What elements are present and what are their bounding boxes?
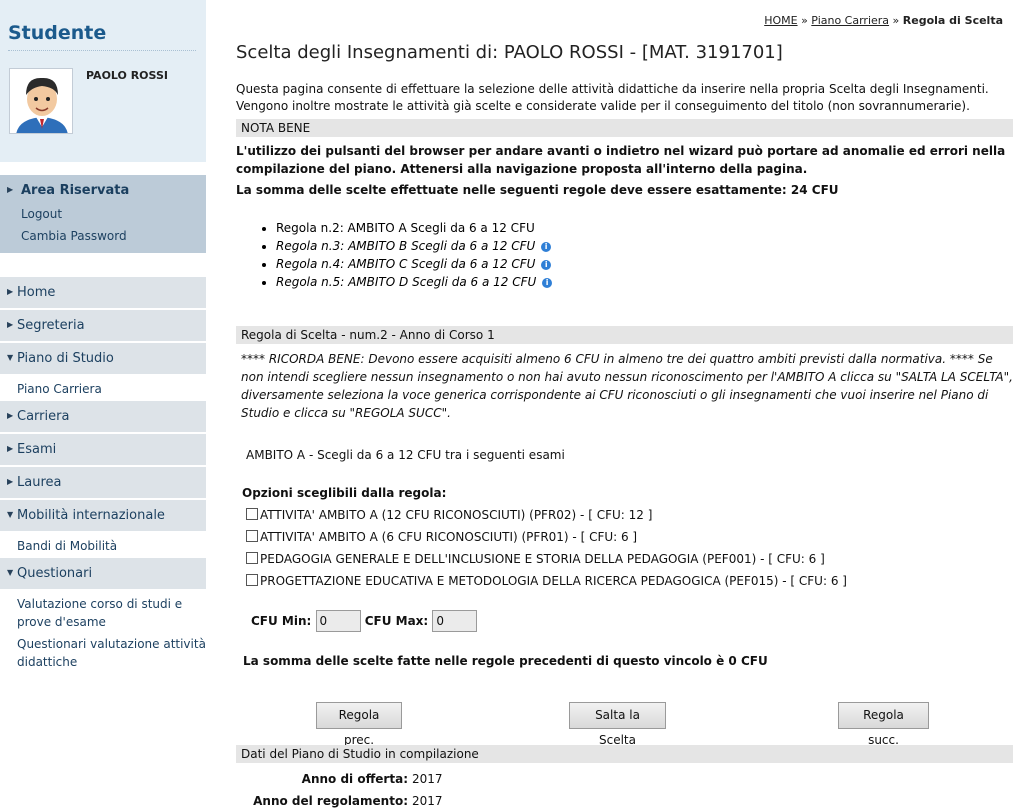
option-label: PEDAGOGIA GENERALE E DELL'INCLUSIONE E S… (260, 552, 825, 566)
menu-item-home[interactable]: ▶ Home (0, 277, 206, 308)
caret-down-icon: ▼ (7, 353, 14, 362)
ambito-description: AMBITO A - Scegli da 6 a 12 CFU tra i se… (246, 448, 565, 462)
regola-succ-button[interactable]: Regola succ. (838, 702, 929, 747)
menu-item-laurea[interactable]: ▶ Laurea (0, 467, 206, 498)
cfu-max-label: CFU Max: (364, 614, 429, 628)
caret-down-icon: ▼ (7, 510, 14, 519)
submenu-valutazione-corso[interactable]: Valutazione corso di studi e prove d'esa… (17, 595, 197, 631)
menu-item-label: Piano di Studio (17, 351, 114, 366)
menu-item-piano-di-studio[interactable]: ▼ Piano di Studio (0, 343, 206, 374)
area-riservata: ▶ Area Riservata Logout Cambia Password (0, 175, 206, 253)
option-checkbox[interactable] (246, 530, 258, 542)
submenu-piano-carriera[interactable]: Piano Carriera (17, 380, 102, 398)
option-label: ATTIVITA' AMBITO A (6 CFU RICONOSCIUTI) … (260, 530, 638, 544)
submenu-bandi-mobilita[interactable]: Bandi di Mobilità (17, 537, 117, 555)
menu-item-label: Segreteria (17, 318, 85, 333)
sidebar-user-name: PAOLO ROSSI (86, 69, 168, 82)
menu-item-label: Esami (17, 442, 57, 457)
area-riservata-title[interactable]: Area Riservata (21, 183, 129, 198)
menu-item-esami[interactable]: ▶ Esami (0, 434, 206, 465)
menu-item-segreteria[interactable]: ▶ Segreteria (0, 310, 206, 341)
breadcrumb: HOME » Piano Carriera » Regola di Scelta (764, 14, 1003, 27)
page-title: Scelta degli Insegnamenti di: PAOLO ROSS… (236, 42, 783, 63)
nota-bene-text: L'utilizzo dei pulsanti del browser per … (236, 144, 1006, 176)
caret-right-icon: ▶ (7, 477, 14, 486)
option-checkbox[interactable] (246, 508, 258, 520)
somma-precedenti: La somma delle scelte fatte nelle regole… (243, 654, 768, 668)
logout-link[interactable]: Logout (21, 207, 62, 221)
rule-label: Regola n.4: AMBITO C Scegli da 6 a 12 CF… (276, 257, 536, 271)
cfu-min-field: 0 (315, 610, 361, 632)
menu-item-label: Laurea (17, 475, 62, 490)
regola-header: Regola di Scelta - num.2 - Anno di Corso… (236, 326, 1013, 344)
option-checkbox[interactable] (246, 574, 258, 586)
breadcrumb-home-link[interactable]: HOME (764, 14, 797, 27)
rule-label: Regola n.2: AMBITO A Scegli da 6 a 12 CF… (276, 221, 535, 235)
option-item[interactable]: ATTIVITA' AMBITO A (12 CFU RICONOSCIUTI)… (246, 508, 652, 522)
anno-offerta-value: 2017 (412, 772, 443, 786)
rule-item: Regola n.4: AMBITO C Scegli da 6 a 12 CF… (276, 255, 552, 273)
caret-right-icon: ▶ (7, 287, 14, 296)
cambia-password-link[interactable]: Cambia Password (21, 229, 127, 243)
anno-regolamento-label: Anno del regolamento: (253, 794, 408, 808)
rule-item: Regola n.3: AMBITO B Scegli da 6 a 12 CF… (276, 237, 552, 255)
submenu-questionari-valutazione[interactable]: Questionari valutazione attività didatti… (17, 635, 207, 671)
option-item[interactable]: PROGETTAZIONE EDUCATIVA E METODOLOGIA DE… (246, 574, 847, 588)
anno-offerta-label: Anno di offerta: (301, 772, 408, 786)
menu-item-mobilita[interactable]: ▼ Mobilità internazionale (0, 500, 206, 531)
menu-item-label: Home (17, 285, 56, 300)
sidebar-header: Studente PAOLO ROSSI (0, 0, 206, 162)
sidebar-title: Studente (8, 22, 107, 44)
cfu-min-label: CFU Min: (251, 614, 312, 628)
option-checkbox[interactable] (246, 552, 258, 564)
info-icon[interactable]: i (541, 242, 552, 252)
salta-scelta-button[interactable]: Salta la Scelta (569, 702, 666, 747)
rule-label: Regola n.5: AMBITO D Scegli da 6 a 12 CF… (276, 275, 537, 289)
info-icon[interactable]: i (542, 278, 553, 288)
info-icon[interactable]: i (541, 260, 552, 270)
caret-right-icon: ▶ (7, 444, 14, 453)
rules-list: Regola n.2: AMBITO A Scegli da 6 a 12 CF… (260, 219, 553, 291)
menu-item-carriera[interactable]: ▶ Carriera (0, 401, 206, 432)
cfu-range: CFU Min: 0 CFU Max: 0 (251, 610, 478, 632)
caret-right-icon: ▶ (7, 411, 14, 420)
option-label: PROGETTAZIONE EDUCATIVA E METODOLOGIA DE… (260, 574, 847, 588)
avatar (9, 68, 73, 134)
breadcrumb-separator: » (892, 14, 900, 27)
ricorda-text: **** RICORDA BENE: Devono essere acquisi… (241, 352, 1013, 420)
option-item[interactable]: PEDAGOGIA GENERALE E DELL'INCLUSIONE E S… (246, 552, 825, 566)
page-intro: Questa pagina consente di effettuare la … (236, 82, 989, 113)
rule-item: Regola n.5: AMBITO D Scegli da 6 a 12 CF… (276, 273, 553, 291)
somma-required: La somma delle scelte effettuate nelle s… (236, 183, 839, 197)
anno-regolamento-value: 2017 (412, 794, 443, 808)
nota-bene-header: NOTA BENE (236, 119, 1013, 137)
options-title: Opzioni sceglibili dalla regola: (242, 486, 447, 500)
breadcrumb-current: Regola di Scelta (902, 14, 1003, 27)
main-content: HOME » Piano Carriera » Regola di Scelta… (236, 0, 1013, 812)
sidebar-divider (8, 50, 196, 51)
menu-item-label: Mobilità internazionale (17, 508, 165, 523)
rule-item-current: Regola n.2: AMBITO A Scegli da 6 a 12 CF… (276, 219, 552, 237)
cfu-max-field: 0 (432, 610, 478, 632)
caret-down-icon: ▼ (7, 568, 14, 577)
rule-label: Regola n.3: AMBITO B Scegli da 6 a 12 CF… (276, 239, 536, 253)
option-label: ATTIVITA' AMBITO A (12 CFU RICONOSCIUTI)… (260, 508, 653, 522)
dati-piano-header: Dati del Piano di Studio in compilazione (236, 745, 1013, 763)
menu-item-label: Carriera (17, 409, 70, 424)
caret-right-icon: ▶ (7, 185, 14, 194)
menu-item-label: Questionari (17, 566, 93, 581)
breadcrumb-piano-carriera-link[interactable]: Piano Carriera (811, 14, 889, 27)
sidebar: Studente PAOLO ROSSI ▶ Area Riservata Lo… (0, 0, 206, 812)
option-item[interactable]: ATTIVITA' AMBITO A (6 CFU RICONOSCIUTI) … (246, 530, 637, 544)
menu-item-questionari[interactable]: ▼ Questionari (0, 558, 206, 589)
caret-right-icon: ▶ (7, 320, 14, 329)
breadcrumb-separator: » (801, 14, 808, 27)
regola-prec-button[interactable]: Regola prec. (316, 702, 402, 747)
